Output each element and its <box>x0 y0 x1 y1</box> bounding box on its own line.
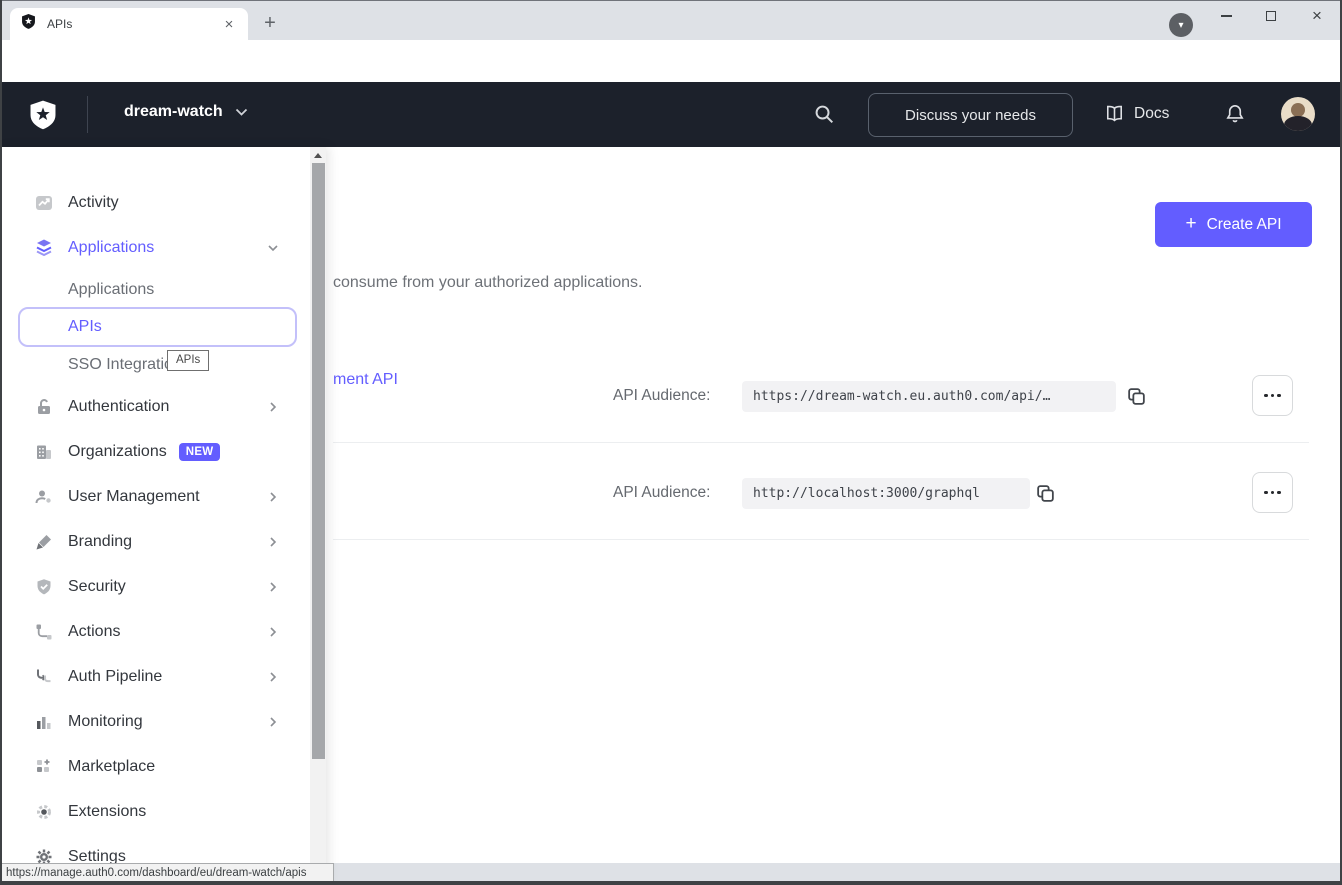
notifications-bell-icon[interactable] <box>1224 103 1246 125</box>
copy-icon[interactable] <box>1124 384 1148 408</box>
apis-tooltip: APIs <box>167 350 209 371</box>
tab-strip: APIs × + ▾ × <box>0 0 1342 40</box>
row-divider <box>333 539 1309 540</box>
sidebar-item-monitoring[interactable]: Monitoring <box>0 702 306 742</box>
tenant-switcher[interactable]: dream-watch <box>124 103 248 121</box>
user-management-icon <box>34 487 54 507</box>
download-indicator-icon[interactable]: ▾ <box>1169 13 1193 37</box>
chevron-right-icon <box>266 625 280 639</box>
create-api-label: Create API <box>1207 216 1282 234</box>
docs-link[interactable]: Docs <box>1104 103 1169 124</box>
sidebar-item-organizations[interactable]: Organizations NEW <box>0 432 306 472</box>
tab-close-icon[interactable]: × <box>220 15 238 33</box>
row-divider <box>333 442 1309 443</box>
new-badge: NEW <box>179 443 221 461</box>
chevron-right-icon <box>266 535 280 549</box>
sidebar-item-marketplace[interactable]: Marketplace <box>0 747 306 787</box>
auth-pipeline-icon <box>34 667 54 687</box>
sidebar-scrollbar[interactable] <box>310 147 326 885</box>
extensions-gear-icon <box>34 802 54 822</box>
audience-label: API Audience: <box>613 387 710 405</box>
bar-chart-icon <box>34 712 54 732</box>
sidebar-item-applications[interactable]: Applications <box>0 228 306 268</box>
search-icon[interactable] <box>813 103 836 126</box>
shield-check-icon <box>34 577 54 597</box>
paintbrush-icon <box>34 532 54 552</box>
sidebar-item-actions[interactable]: Actions <box>0 612 306 652</box>
copy-icon[interactable] <box>1033 481 1057 505</box>
api-name-link[interactable]: ment API <box>333 371 398 389</box>
tenant-name: dream-watch <box>124 103 223 121</box>
sidebar-item-security[interactable]: Security <box>0 567 306 607</box>
docs-label: Docs <box>1134 105 1169 123</box>
chevron-right-icon <box>266 490 280 504</box>
audience-label: API Audience: <box>613 484 710 502</box>
chevron-right-icon <box>266 670 280 684</box>
book-icon <box>1104 103 1125 124</box>
window-maximize-button[interactable] <box>1249 0 1293 32</box>
actions-flow-icon <box>34 622 54 642</box>
window-minimize-button[interactable] <box>1204 0 1248 32</box>
api-audience-value[interactable]: https://dream-watch.eu.auth0.com/api/… <box>742 381 1116 412</box>
row-actions-menu-button[interactable] <box>1252 472 1293 513</box>
status-bar-url: https://manage.auth0.com/dashboard/eu/dr… <box>0 863 334 881</box>
create-api-button[interactable]: + Create API <box>1155 202 1312 247</box>
applications-layers-icon <box>34 238 54 258</box>
chevron-right-icon <box>266 400 280 414</box>
sidebar-item-branding[interactable]: Branding <box>0 522 306 562</box>
chevron-right-icon <box>266 580 280 594</box>
api-audience-value[interactable]: http://localhost:3000/graphql <box>742 478 1030 509</box>
chevron-down-icon <box>266 241 280 255</box>
new-tab-button[interactable]: + <box>256 9 284 37</box>
sidebar-item-authentication[interactable]: Authentication <box>0 387 306 427</box>
marketplace-icon <box>34 757 54 777</box>
activity-icon <box>34 193 54 213</box>
window-edge <box>0 0 1342 1</box>
row-actions-menu-button[interactable] <box>1252 375 1293 416</box>
window-close-button[interactable]: × <box>1295 0 1339 32</box>
chevron-right-icon <box>266 715 280 729</box>
plus-icon: + <box>1185 213 1196 235</box>
sidebar-item-apis[interactable]: APIs <box>0 307 306 347</box>
auth0-favicon <box>20 13 37 35</box>
window-edge <box>0 0 2 885</box>
chevron-down-icon <box>235 108 248 117</box>
browser-toolbar: ← → ↻ manage.auth0.com/dashboard/eu/drea… <box>0 40 1342 82</box>
browser-tab[interactable]: APIs × <box>10 8 248 40</box>
sidebar-item-sso-integrations[interactable]: SSO Integrations <box>0 345 306 385</box>
sidebar-item-activity[interactable]: Activity <box>0 183 306 223</box>
header-divider <box>87 96 88 133</box>
discuss-your-needs-button[interactable]: Discuss your needs <box>868 93 1073 137</box>
sidebar-item-extensions[interactable]: Extensions <box>0 792 306 832</box>
scrollbar-thumb[interactable] <box>312 163 325 759</box>
page-description: consume from your authorized application… <box>333 274 643 292</box>
lock-icon <box>34 397 54 417</box>
scrollbar-up-arrow[interactable] <box>310 147 326 163</box>
auth0-logo-icon[interactable] <box>27 98 59 137</box>
user-avatar[interactable] <box>1281 97 1315 131</box>
browser-window: APIs × + ▾ × ← → ↻ manage.auth0.com/dash… <box>0 0 1342 885</box>
tab-title: APIs <box>47 17 220 31</box>
nav-sidebar: Activity Applications Applications APIs … <box>0 147 326 885</box>
window-edge <box>0 881 1342 885</box>
sidebar-item-auth-pipeline[interactable]: Auth Pipeline <box>0 657 306 697</box>
sidebar-item-user-management[interactable]: User Management <box>0 477 306 517</box>
organizations-icon <box>34 442 54 462</box>
sidebar-item-applications-sub[interactable]: Applications <box>0 270 306 310</box>
